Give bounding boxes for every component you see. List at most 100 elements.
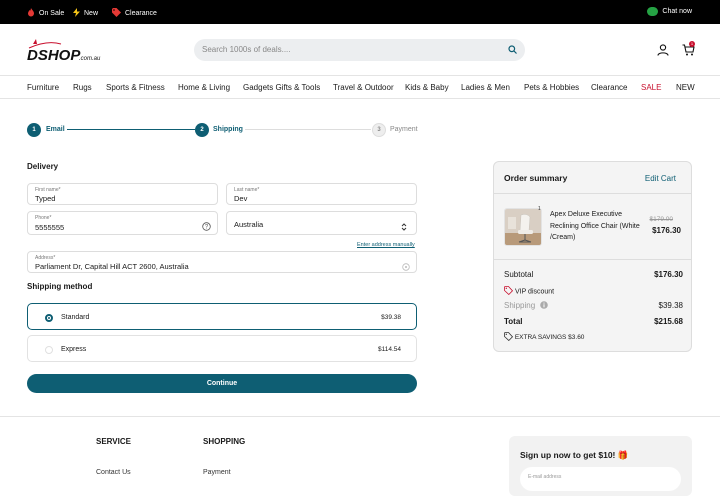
footer-contact-link[interactable]: Contact Us [96, 469, 131, 476]
product-original-price: $179.00 [649, 216, 674, 223]
field-value: Parliament Dr, Capital Hill ACT 2600, Au… [35, 261, 189, 271]
continue-button[interactable]: Continue [27, 374, 417, 393]
step-shipping: Shipping [213, 126, 243, 133]
product-quantity: 1 [538, 206, 541, 212]
extra-savings-label: EXTRA SAVINGS $3.60 [514, 334, 585, 342]
footer-payment-link[interactable]: Payment [203, 469, 231, 476]
step-number: 3 [372, 123, 386, 137]
total-value: $215.68 [654, 317, 683, 326]
enter-address-manually-link[interactable]: Enter address manually [357, 242, 415, 248]
chat-icon [647, 7, 659, 16]
select-chevron-icon [401, 219, 407, 237]
divider [494, 259, 691, 260]
total-row: Total $215.68 [504, 317, 683, 326]
option-name: Standard [61, 314, 90, 321]
checkout-steps: 1 Email 2 Shipping 3 Payment [27, 122, 418, 138]
cart-count-badge: 1 [689, 41, 695, 47]
nav-item-furniture[interactable]: Furniture [27, 83, 59, 92]
shipping-row: Shipping $39.38 [504, 301, 683, 311]
step-email[interactable]: Email [46, 126, 65, 133]
divider [494, 193, 691, 194]
option-name: Express [61, 346, 87, 353]
email-placeholder: E-mail address [528, 474, 562, 480]
shipping-option-standard[interactable]: Standard $39.38 [27, 303, 417, 330]
promo-on-sale[interactable]: On Sale [27, 8, 64, 19]
promo-label: New [84, 10, 99, 17]
product-image [504, 208, 542, 246]
shipping-value: $39.38 [658, 301, 683, 310]
nav-item-ladies-men[interactable]: Ladies & Men [461, 83, 510, 92]
step-number: 2 [195, 123, 209, 137]
chat-now-button[interactable]: Chat now [647, 7, 692, 16]
info-icon[interactable] [540, 301, 549, 311]
nav-item-travel-outdoor[interactable]: Travel & Outdoor [333, 83, 394, 92]
field-label: Phone* [35, 215, 52, 221]
tag-icon [112, 8, 121, 19]
savings-tag-icon [504, 332, 514, 343]
radio-unselected[interactable] [45, 346, 53, 354]
promo-clearance[interactable]: Clearance [112, 8, 157, 19]
step-payment: Payment [390, 126, 418, 133]
help-icon[interactable]: ? [202, 218, 211, 236]
signup-title: Sign up now to get $10! 🎁 [520, 450, 629, 460]
user-icon[interactable] [657, 43, 669, 56]
subtotal-row: Subtotal $176.30 [504, 270, 683, 279]
shipping-label: Shipping [504, 301, 536, 311]
vip-discount-label: VIP discount [514, 288, 555, 296]
chat-label: Chat now [662, 8, 692, 15]
email-input[interactable]: E-mail address [520, 467, 681, 491]
site-header: DSHOP .com.au Search 1000s of deals.... … [0, 24, 720, 76]
extra-savings-row: EXTRA SAVINGS $3.60 [504, 332, 683, 343]
svg-text:.com.au: .com.au [79, 56, 101, 62]
nav-item-new[interactable]: NEW [676, 83, 695, 92]
shipping-option-express[interactable]: Express $114.54 [27, 335, 417, 362]
footer-service-title: SERVICE [96, 437, 131, 446]
promo-label: Clearance [125, 10, 157, 17]
nav-item-rugs[interactable]: Rugs [73, 83, 92, 92]
field-label: Last name* [234, 187, 260, 193]
subtotal-label: Subtotal [504, 270, 534, 279]
nav-item-sale[interactable]: SALE [641, 83, 661, 92]
last-name-field[interactable]: Last name* Dev [226, 183, 417, 205]
product-price: $176.30 [652, 226, 681, 235]
phone-field[interactable]: Phone* 5555555 ? [27, 211, 218, 235]
field-label: First name* [35, 187, 61, 193]
radio-selected[interactable] [45, 314, 53, 322]
fire-icon [27, 8, 35, 19]
delivery-title: Delivery [27, 162, 59, 171]
nav-item-gadgets[interactable]: Gadgets Gifts & Tools [243, 83, 320, 92]
promo-new[interactable]: New [73, 8, 98, 19]
country-value: Australia [234, 220, 264, 229]
promo-bar: On Sale New Clearance Chat now [0, 0, 720, 24]
vip-discount-row: VIP discount [504, 286, 683, 297]
nav-item-sports-fitness[interactable]: Sports & Fitness [106, 83, 165, 92]
first-name-field[interactable]: First name* Typed [27, 183, 218, 205]
country-select[interactable]: Australia [226, 211, 417, 235]
nav-item-home-living[interactable]: Home & Living [178, 83, 230, 92]
site-logo[interactable]: DSHOP .com.au [27, 38, 107, 64]
site-footer: SERVICE Contact Us SHOPPING Payment Sign… [0, 416, 720, 496]
edit-cart-link[interactable]: Edit Cart [645, 174, 676, 183]
step-number: 1 [27, 123, 41, 137]
address-field[interactable]: Address* Parliament Dr, Capital Hill ACT… [27, 251, 417, 273]
field-value: Dev [234, 194, 248, 203]
subtotal-value: $176.30 [654, 270, 683, 279]
nav-item-kids-baby[interactable]: Kids & Baby [405, 83, 449, 92]
search-input[interactable]: Search 1000s of deals.... [194, 39, 525, 61]
option-price: $114.54 [377, 346, 401, 353]
step-progress-line [67, 129, 195, 131]
footer-shopping-title: SHOPPING [203, 437, 246, 446]
search-icon[interactable] [508, 45, 517, 54]
location-icon [402, 258, 410, 276]
field-value: Typed [35, 194, 56, 203]
nav-item-clearance[interactable]: Clearance [591, 83, 627, 92]
nav-item-pets-hobbies[interactable]: Pets & Hobbies [524, 83, 579, 92]
shipping-method-title: Shipping method [27, 282, 93, 291]
category-nav: Furniture Rugs Sports & Fitness Home & L… [0, 77, 720, 99]
option-price: $39.38 [381, 314, 401, 321]
total-label: Total [504, 317, 523, 326]
step-line [245, 129, 371, 131]
discount-tag-icon [504, 286, 514, 297]
promo-label: On Sale [39, 10, 65, 17]
order-summary: Order summary Edit Cart 1 Apex Deluxe Ex… [493, 161, 692, 352]
